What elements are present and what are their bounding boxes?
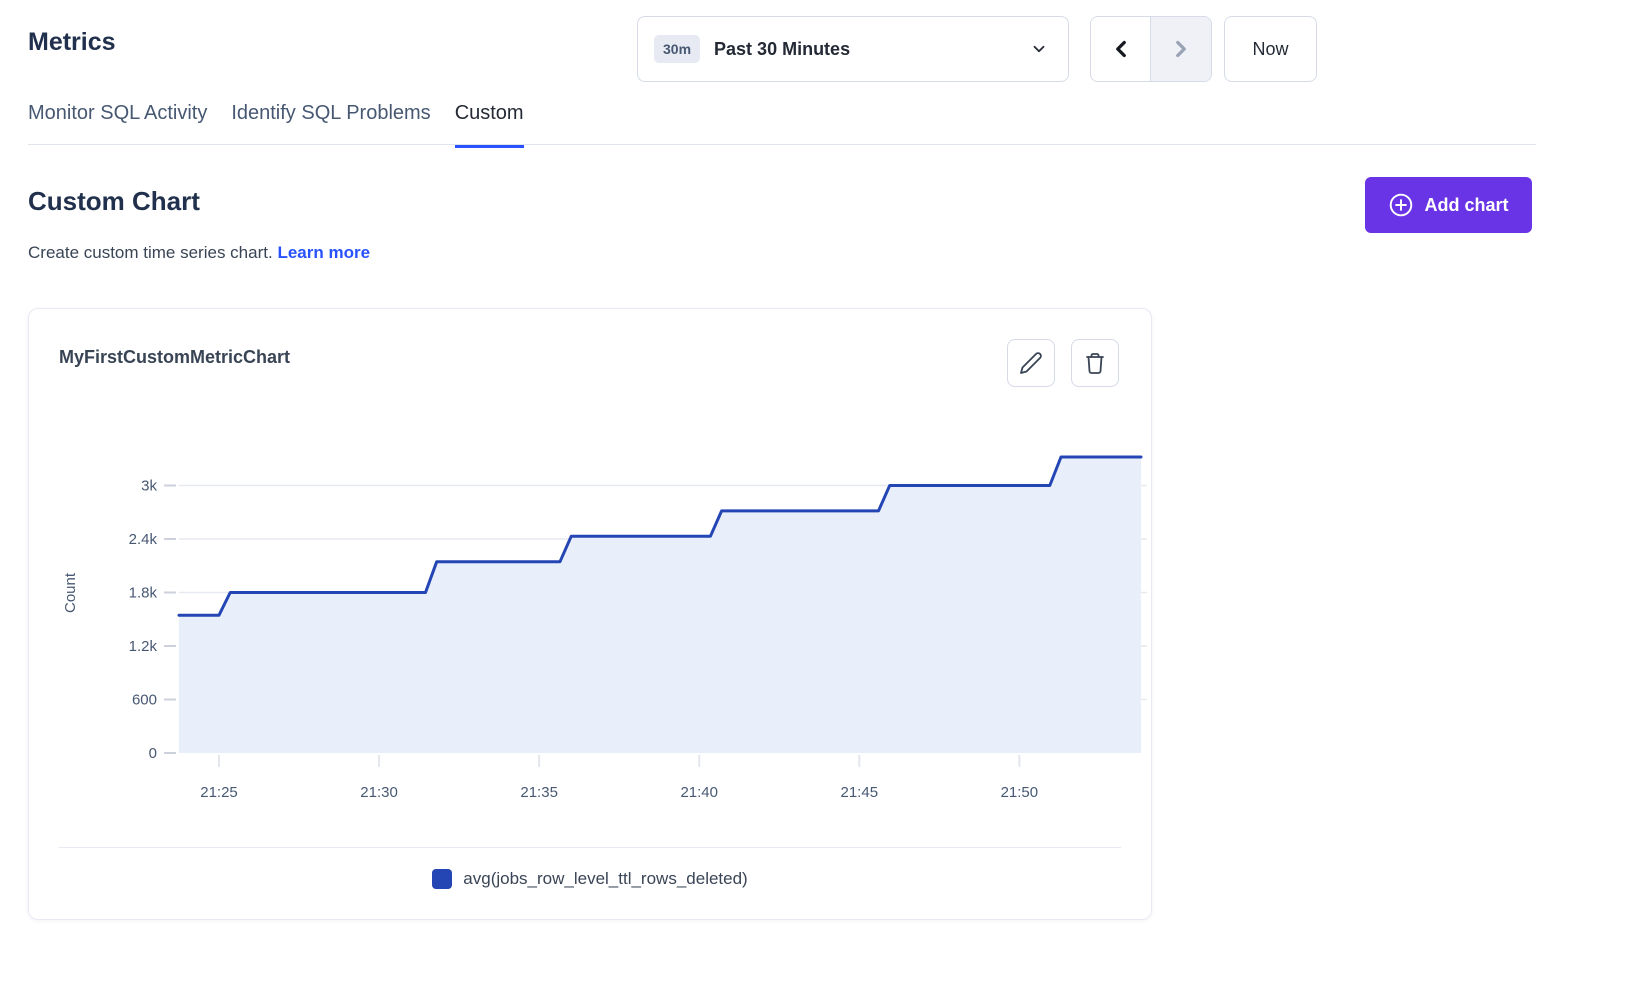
add-chart-button-label: Add chart (1424, 195, 1508, 216)
svg-text:21:30: 21:30 (360, 784, 398, 801)
section-heading: Custom Chart (28, 186, 200, 217)
add-chart-button[interactable]: Add chart (1365, 177, 1532, 233)
svg-text:0: 0 (149, 745, 157, 762)
next-window-button[interactable] (1151, 17, 1211, 81)
svg-text:1.8k: 1.8k (129, 585, 158, 602)
previous-window-button[interactable] (1091, 17, 1151, 81)
svg-text:3k: 3k (141, 478, 157, 495)
now-button[interactable]: Now (1224, 16, 1317, 82)
legend-divider (59, 847, 1121, 848)
custom-chart-svg: 0 600 1.2k 1.8k 2.4k 3k 21:25 21:30 21:35 21:40 21… (29, 421, 1153, 817)
legend-label: avg(jobs_row_level_ttl_rows_deleted) (463, 869, 747, 889)
learn-more-link[interactable]: Learn more (277, 243, 370, 262)
chevron-right-icon (1168, 36, 1194, 62)
tab-identify-sql-problems[interactable]: Identify SQL Problems (231, 102, 430, 148)
time-window-selector[interactable]: 30m Past 30 Minutes (637, 16, 1069, 82)
legend-swatch (432, 869, 452, 889)
tab-custom[interactable]: Custom (455, 102, 524, 148)
svg-text:21:45: 21:45 (841, 784, 879, 801)
tabs: Monitor SQL Activity Identify SQL Problem… (28, 102, 524, 148)
chart-title: MyFirstCustomMetricChart (59, 347, 290, 368)
svg-text:21:50: 21:50 (1001, 784, 1039, 801)
time-window-step-controls (1090, 16, 1212, 82)
custom-chart-card: MyFirstCustomMetricChart 0 600 1.2k 1.8k 2.4… (28, 308, 1152, 920)
chart-legend[interactable]: avg(jobs_row_level_ttl_rows_deleted) (29, 869, 1151, 889)
svg-text:21:35: 21:35 (520, 784, 558, 801)
page-title: Metrics (28, 28, 116, 57)
svg-text:1.2k: 1.2k (129, 638, 158, 655)
delete-chart-button[interactable] (1071, 339, 1119, 387)
edit-chart-button[interactable] (1007, 339, 1055, 387)
svg-text:2.4k: 2.4k (129, 531, 158, 548)
time-window-label: Past 30 Minutes (714, 39, 1030, 60)
pencil-icon (1019, 351, 1043, 375)
svg-text:600: 600 (132, 692, 157, 709)
tabs-divider (28, 144, 1536, 145)
chevron-left-icon (1108, 36, 1134, 62)
chevron-down-icon (1030, 40, 1048, 58)
section-description: Create custom time series chart. Learn m… (28, 243, 370, 263)
trash-icon (1083, 351, 1107, 375)
tab-monitor-sql-activity[interactable]: Monitor SQL Activity (28, 102, 207, 148)
svg-text:Count: Count (62, 572, 79, 613)
plus-circle-icon (1388, 192, 1414, 218)
svg-text:21:25: 21:25 (200, 784, 238, 801)
svg-text:21:40: 21:40 (680, 784, 718, 801)
section-description-text: Create custom time series chart. (28, 243, 273, 262)
time-window-badge: 30m (654, 35, 700, 63)
